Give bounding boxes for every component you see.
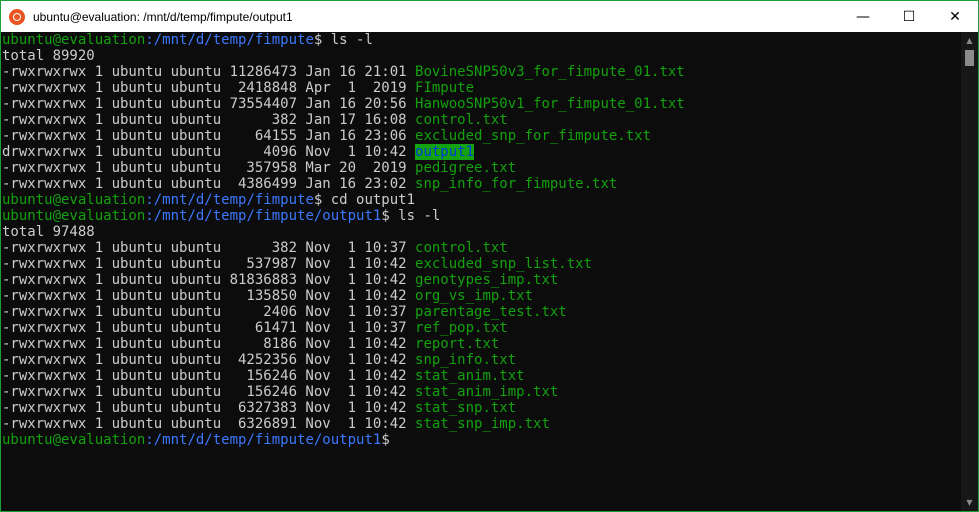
file-listing-row: -rwxrwxrwx 1 ubuntu ubuntu 4386499 Jan 1… — [1, 176, 961, 192]
scroll-up-arrow-icon[interactable]: ▲ — [961, 32, 978, 49]
file-meta: -rwxrwxrwx 1 ubuntu ubuntu 2418848 Apr 1… — [2, 80, 416, 96]
file-name: snp_info.txt — [415, 352, 517, 368]
prompt-path: :/mnt/d/temp/fimpute/output1 — [145, 432, 382, 448]
file-listing-row: -rwxrwxrwx 1 ubuntu ubuntu 156246 Nov 1 … — [1, 368, 961, 384]
prompt-command: $ ls -l — [313, 32, 373, 48]
file-listing-row: -rwxrwxrwx 1 ubuntu ubuntu 81836883 Nov … — [1, 272, 961, 288]
prompt-user: ubuntu@evaluation — [2, 432, 146, 448]
file-name: FImpute — [415, 80, 475, 96]
file-meta: -rwxrwxrwx 1 ubuntu ubuntu 537987 Nov 1 … — [2, 256, 416, 272]
file-listing-row: -rwxrwxrwx 1 ubuntu ubuntu 6326891 Nov 1… — [1, 416, 961, 432]
file-listing-row: -rwxrwxrwx 1 ubuntu ubuntu 64155 Jan 16 … — [1, 128, 961, 144]
title-bar[interactable]: ubuntu@evaluation: /mnt/d/temp/fimpute/o… — [1, 1, 978, 32]
prompt-path: :/mnt/d/temp/fimpute — [145, 192, 314, 208]
window-controls: — ☐ ✕ — [840, 1, 978, 32]
prompt-command: $ — [381, 432, 390, 448]
output-line: total 89920 — [1, 48, 961, 64]
prompt-user: ubuntu@evaluation — [2, 32, 146, 48]
close-button[interactable]: ✕ — [932, 1, 978, 32]
prompt-path: :/mnt/d/temp/fimpute — [145, 32, 314, 48]
vertical-scrollbar[interactable]: ▲ ▼ — [961, 32, 978, 511]
file-name: excluded_snp_list.txt — [415, 256, 593, 272]
file-meta: -rwxrwxrwx 1 ubuntu ubuntu 6326891 Nov 1… — [2, 416, 416, 432]
file-name: control.txt — [415, 112, 508, 128]
directory-listing-row: drwxrwxrwx 1 ubuntu ubuntu 4096 Nov 1 10… — [1, 144, 961, 160]
file-name: ref_pop.txt — [415, 320, 508, 336]
file-listing-row: -rwxrwxrwx 1 ubuntu ubuntu 382 Nov 1 10:… — [1, 240, 961, 256]
file-name: stat_snp_imp.txt — [415, 416, 550, 432]
file-name: snp_info_for_fimpute.txt — [415, 176, 618, 192]
file-meta: drwxrwxrwx 1 ubuntu ubuntu 4096 Nov 1 10… — [2, 144, 416, 160]
file-name: HanwooSNP50v1_for_fimpute_01.txt — [415, 96, 685, 112]
file-meta: -rwxrwxrwx 1 ubuntu ubuntu 8186 Nov 1 10… — [2, 336, 416, 352]
file-meta: -rwxrwxrwx 1 ubuntu ubuntu 382 Jan 17 16… — [2, 112, 416, 128]
file-name: stat_snp.txt — [415, 400, 517, 416]
file-listing-row: -rwxrwxrwx 1 ubuntu ubuntu 61471 Nov 1 1… — [1, 320, 961, 336]
file-meta: -rwxrwxrwx 1 ubuntu ubuntu 4252356 Nov 1… — [2, 352, 416, 368]
file-name: BovineSNP50v3_for_fimpute_01.txt — [415, 64, 685, 80]
prompt-user: ubuntu@evaluation — [2, 208, 146, 224]
file-listing-row: -rwxrwxrwx 1 ubuntu ubuntu 156246 Nov 1 … — [1, 384, 961, 400]
prompt-user: ubuntu@evaluation — [2, 192, 146, 208]
file-listing-row: -rwxrwxrwx 1 ubuntu ubuntu 11286473 Jan … — [1, 64, 961, 80]
file-listing-row: -rwxrwxrwx 1 ubuntu ubuntu 2418848 Apr 1… — [1, 80, 961, 96]
prompt-line: ubuntu@evaluation:/mnt/d/temp/fimpute/ou… — [1, 432, 961, 448]
file-meta: -rwxrwxrwx 1 ubuntu ubuntu 81836883 Nov … — [2, 272, 416, 288]
maximize-button[interactable]: ☐ — [886, 1, 932, 32]
scrollbar-thumb[interactable] — [965, 50, 974, 66]
file-meta: -rwxrwxrwx 1 ubuntu ubuntu 135850 Nov 1 … — [2, 288, 416, 304]
output-text: total 97488 — [2, 224, 95, 240]
file-name: stat_anim_imp.txt — [415, 384, 559, 400]
file-name: report.txt — [415, 336, 500, 352]
file-meta: -rwxrwxrwx 1 ubuntu ubuntu 4386499 Jan 1… — [2, 176, 416, 192]
window-title: ubuntu@evaluation: /mnt/d/temp/fimpute/o… — [33, 9, 293, 24]
terminal-lines: ubuntu@evaluation:/mnt/d/temp/fimpute$ l… — [1, 32, 961, 448]
prompt-path: :/mnt/d/temp/fimpute/output1 — [145, 208, 382, 224]
file-listing-row: -rwxrwxrwx 1 ubuntu ubuntu 537987 Nov 1 … — [1, 256, 961, 272]
file-meta: -rwxrwxrwx 1 ubuntu ubuntu 6327383 Nov 1… — [2, 400, 416, 416]
prompt-line: ubuntu@evaluation:/mnt/d/temp/fimpute$ l… — [1, 32, 961, 48]
file-listing-row: -rwxrwxrwx 1 ubuntu ubuntu 4252356 Nov 1… — [1, 352, 961, 368]
file-name: org_vs_imp.txt — [415, 288, 534, 304]
file-meta: -rwxrwxrwx 1 ubuntu ubuntu 357958 Mar 20… — [2, 160, 416, 176]
file-meta: -rwxrwxrwx 1 ubuntu ubuntu 73554407 Jan … — [2, 96, 416, 112]
file-listing-row: -rwxrwxrwx 1 ubuntu ubuntu 135850 Nov 1 … — [1, 288, 961, 304]
file-meta: -rwxrwxrwx 1 ubuntu ubuntu 156246 Nov 1 … — [2, 368, 416, 384]
file-meta: -rwxrwxrwx 1 ubuntu ubuntu 156246 Nov 1 … — [2, 384, 416, 400]
file-name: parentage_test.txt — [415, 304, 567, 320]
file-name: control.txt — [415, 240, 508, 256]
terminal-output[interactable]: ubuntu@evaluation:/mnt/d/temp/fimpute$ l… — [1, 32, 961, 511]
file-meta: -rwxrwxrwx 1 ubuntu ubuntu 2406 Nov 1 10… — [2, 304, 416, 320]
file-meta: -rwxrwxrwx 1 ubuntu ubuntu 61471 Nov 1 1… — [2, 320, 416, 336]
terminal-window: ubuntu@evaluation: /mnt/d/temp/fimpute/o… — [0, 0, 979, 512]
output-line: total 97488 — [1, 224, 961, 240]
scroll-down-arrow-icon[interactable]: ▼ — [961, 494, 978, 511]
file-listing-row: -rwxrwxrwx 1 ubuntu ubuntu 382 Jan 17 16… — [1, 112, 961, 128]
file-listing-row: -rwxrwxrwx 1 ubuntu ubuntu 73554407 Jan … — [1, 96, 961, 112]
ubuntu-logo-icon — [9, 8, 25, 25]
file-meta: -rwxrwxrwx 1 ubuntu ubuntu 11286473 Jan … — [2, 64, 416, 80]
file-listing-row: -rwxrwxrwx 1 ubuntu ubuntu 2406 Nov 1 10… — [1, 304, 961, 320]
file-listing-row: -rwxrwxrwx 1 ubuntu ubuntu 6327383 Nov 1… — [1, 400, 961, 416]
minimize-button[interactable]: — — [840, 1, 886, 32]
file-listing-row: -rwxrwxrwx 1 ubuntu ubuntu 357958 Mar 20… — [1, 160, 961, 176]
file-name: genotypes_imp.txt — [415, 272, 559, 288]
prompt-command: $ ls -l — [381, 208, 441, 224]
file-meta: -rwxrwxrwx 1 ubuntu ubuntu 64155 Jan 16 … — [2, 128, 416, 144]
file-listing-row: -rwxrwxrwx 1 ubuntu ubuntu 8186 Nov 1 10… — [1, 336, 961, 352]
file-name: pedigree.txt — [415, 160, 517, 176]
directory-name: output1 — [415, 144, 475, 160]
output-text: total 89920 — [2, 48, 95, 64]
file-meta: -rwxrwxrwx 1 ubuntu ubuntu 382 Nov 1 10:… — [2, 240, 416, 256]
prompt-line: ubuntu@evaluation:/mnt/d/temp/fimpute/ou… — [1, 208, 961, 224]
file-name: stat_anim.txt — [415, 368, 525, 384]
prompt-command: $ cd output1 — [313, 192, 416, 208]
file-name: excluded_snp_for_fimpute.txt — [415, 128, 652, 144]
prompt-line: ubuntu@evaluation:/mnt/d/temp/fimpute$ c… — [1, 192, 961, 208]
